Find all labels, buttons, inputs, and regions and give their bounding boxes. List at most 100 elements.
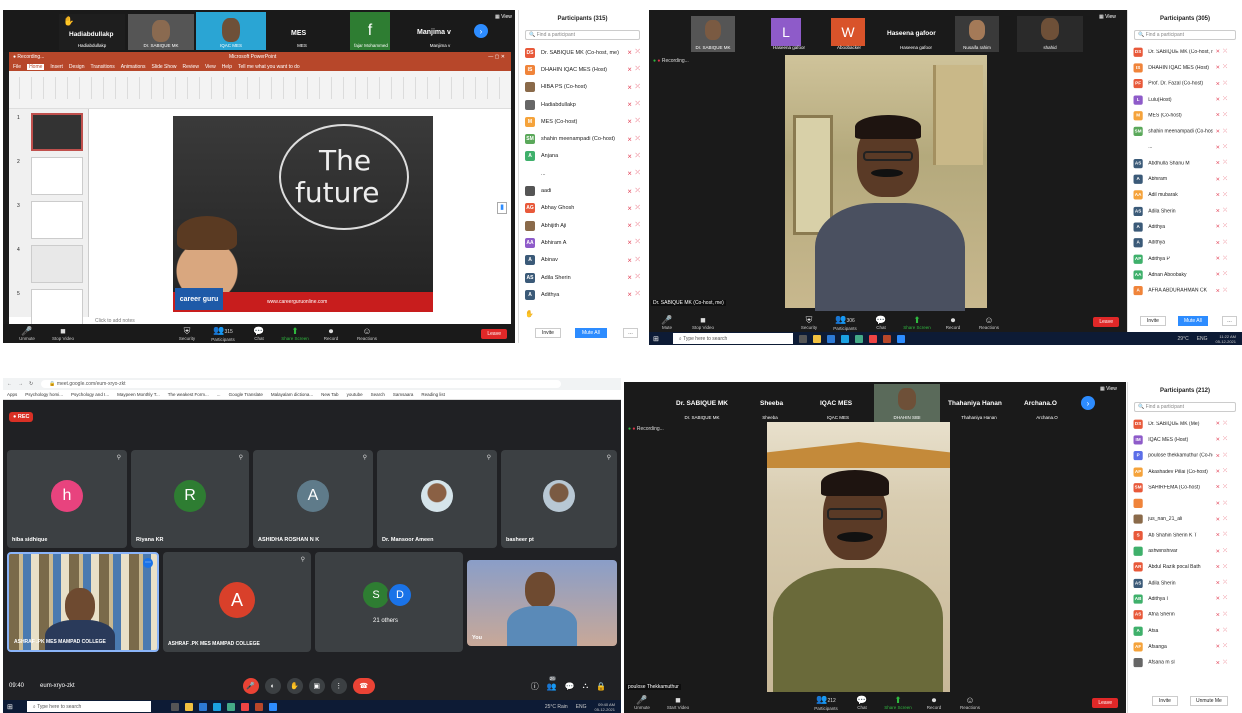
menu-slideshow[interactable]: Slide Show [152,64,177,70]
video-off-icon[interactable]: ⤫ [1223,49,1227,55]
participants-button[interactable]: 👥315 Participants [205,325,241,342]
mic-muted-icon[interactable]: ⨯ [627,170,632,177]
camera-toggle[interactable]: ◐ [264,678,281,694]
video-off-icon[interactable]: ⤫ [635,188,640,195]
menu-help[interactable]: Help [222,64,232,70]
video-off-icon[interactable]: ⤫ [635,49,640,56]
video-tile[interactable]: Thahaniya Hanan Thahaniya Hanan [944,386,1014,422]
video-off-icon[interactable]: ⤫ [635,153,640,160]
menu-insert[interactable]: Insert [50,64,63,70]
participant-row[interactable]: AS Abdhulla Shanu M ⨯ ⤫ [1128,155,1233,171]
participant-row[interactable]: Afsana m sl ⨯ ⤫ [1128,655,1233,671]
participant-tile[interactable]: ⚲ h hiba sidhique [7,450,127,548]
video-tile[interactable]: DHAHIN SIBI [874,384,940,422]
video-off-icon[interactable]: ⤫ [1223,144,1227,150]
slide-thumbnail[interactable] [31,201,83,239]
reading-list[interactable]: Reading list [421,392,445,397]
task-view-icon[interactable] [798,334,807,343]
participant-row[interactable]: jus_nan_21_ali ⨯ ⤫ [1128,511,1233,527]
video-off-icon[interactable]: ⤫ [1223,612,1227,618]
mic-muted-icon[interactable]: ⨯ [1216,112,1221,119]
app-icon[interactable] [882,334,891,343]
video-off-icon[interactable]: ⤫ [635,84,640,91]
bookmark[interactable]: Search [371,392,385,397]
options-icon[interactable]: ⋯ [143,558,153,568]
video-off-icon[interactable]: ⤫ [1223,421,1227,427]
more-options-button[interactable]: ⋮ [330,678,347,694]
mute-all-button[interactable]: Mute All [575,328,607,338]
end-call-button[interactable]: ☎ [352,678,375,694]
store-icon[interactable] [854,334,863,343]
slide-thumbnail[interactable] [31,113,83,151]
chat-button[interactable]: 💬 Chat [863,315,899,330]
participant-row[interactable]: M MES (Co-host) ⨯ ⤫ [1128,108,1233,124]
video-off-icon[interactable]: ⤫ [635,291,640,298]
participants-button[interactable]: 👥306 Participants [827,314,863,331]
video-off-icon[interactable]: ⤫ [1223,176,1227,182]
participant-row[interactable]: IS DHAHIN IQAC MES (Host) ⨯ ⤫ [1128,60,1233,76]
participant-row[interactable]: M MES (Co-host) ⨯ ⤫ [519,113,646,130]
menu-review[interactable]: Review [183,64,199,70]
video-off-icon[interactable]: ⤫ [1223,468,1227,474]
bookmark[interactable]: Apps [7,392,17,397]
participant-tile[interactable]: ⚲ basheer pt [501,450,617,548]
mic-muted-icon[interactable]: ⨯ [627,188,632,195]
video-tile[interactable]: MES MES [269,14,335,50]
bookmark[interactable]: Psychology homi... [25,392,63,397]
mic-muted-icon[interactable]: ⨯ [627,239,632,246]
mic-muted-icon[interactable]: ⨯ [627,49,632,56]
raise-hand-button[interactable]: ✋ [286,678,303,694]
participant-tile[interactable]: ⚲ Dr. Mansoor Ameen [377,450,497,548]
invite-button[interactable]: Invite [1152,696,1178,706]
participant-row[interactable]: AS Adila Sherin ⨯ ⤫ [1128,203,1233,219]
video-tile[interactable]: f fajar Mohammed [338,12,404,50]
video-off-icon[interactable]: ⤫ [1223,160,1227,166]
mic-muted-icon[interactable]: ⨯ [1216,453,1221,459]
bookmark[interactable]: Google Translate [229,392,263,397]
participant-search[interactable]: 🔍 Find a participant [1134,30,1236,40]
menu-view[interactable]: View [205,64,216,70]
participant-row[interactable]: DS Dr. SABIQUE MK (Co-host, me) ⨯ ⤫ [1128,44,1233,60]
participant-row[interactable]: HIBA PS (Co-host) ⨯ ⤫ [519,79,646,96]
unmute-button[interactable]: 🎤 Unmute [624,695,660,710]
video-tile[interactable]: Dr. SABIQUE MK Dr. SABIQUE MK [670,386,734,422]
video-off-icon[interactable]: ⤫ [1223,256,1227,262]
video-off-icon[interactable]: ⤫ [1223,81,1227,87]
participant-row[interactable]: AF Afsanga ⨯ ⤫ [1128,639,1233,655]
stop-video-button[interactable]: ■ Stop Video [45,326,81,341]
video-off-icon[interactable]: ⤫ [635,118,640,125]
invite-button[interactable]: Invite [1140,316,1166,326]
participant-row[interactable]: Ppoulose thekkamuthur (Co-host)⨯⤫ [1128,448,1233,464]
file-explorer-icon[interactable] [184,702,193,711]
lock-icon[interactable]: 🔒 [596,682,606,691]
activities-icon[interactable]: ⛬ [583,681,589,691]
video-off-icon[interactable]: ⤫ [635,136,640,143]
mic-muted-icon[interactable]: ⨯ [1216,160,1221,167]
participant-row[interactable]: AR Abdul Razik pocal Bath ⨯ ⤫ [1128,559,1233,575]
zoom-icon[interactable] [268,702,277,711]
video-off-icon[interactable]: ⤫ [635,222,640,229]
record-button[interactable]: ⏺ Record [313,326,349,341]
reactions-button[interactable]: ☺ Reactions [952,695,988,710]
video-tile[interactable]: Dr. SABIQUE MK [691,16,735,52]
people-icon[interactable]: 👥 26 [547,675,557,691]
more-button[interactable]: … [623,328,638,338]
start-video-button[interactable]: ■ Start Video [660,695,696,710]
mic-muted-icon[interactable]: ⨯ [1216,468,1221,475]
video-off-icon[interactable]: ⤫ [635,239,640,246]
participant-row[interactable]: DS Dr. SABIQUE MK (Co-host, me) ⨯ ⤫ [519,44,646,61]
participant-row[interactable]: ... ⨯ ⤫ [519,165,646,182]
zoom-icon[interactable] [896,334,905,343]
bookmark[interactable]: youtube [347,392,363,397]
mic-muted-icon[interactable]: ⨯ [1216,208,1221,215]
app-icon[interactable] [254,702,263,711]
mic-muted-icon[interactable]: ⨯ [1216,500,1221,507]
mic-muted-icon[interactable]: ⨯ [627,136,632,143]
participant-row[interactable]: A Adithya ⨯ ⤫ [1128,235,1233,251]
security-button[interactable]: ⛨ Security [791,315,827,330]
menu-home[interactable]: Home [27,63,45,70]
menu-design[interactable]: Design [69,64,85,70]
participant-search[interactable]: 🔍 Find a participant [525,30,640,40]
store-icon[interactable] [226,702,235,711]
mic-muted-icon[interactable]: ⨯ [627,257,632,264]
